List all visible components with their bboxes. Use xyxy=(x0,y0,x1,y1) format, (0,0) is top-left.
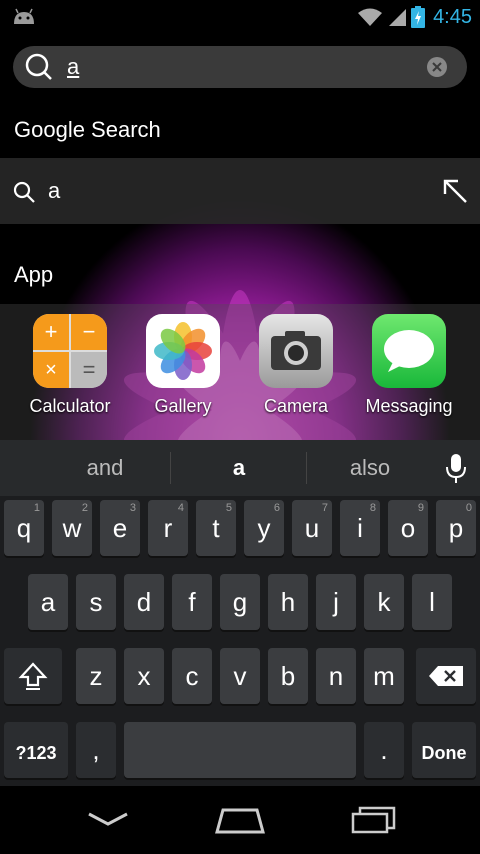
back-icon[interactable] xyxy=(86,806,130,832)
key-x[interactable]: x xyxy=(124,648,164,704)
shift-icon xyxy=(18,662,48,690)
suggestion-right[interactable]: also xyxy=(308,440,432,496)
app-label: Camera xyxy=(263,396,329,416)
key-o[interactable]: 9o xyxy=(388,500,428,556)
search-bar[interactable]: a xyxy=(13,46,467,88)
gallery-icon xyxy=(146,314,220,388)
comma-key[interactable]: , xyxy=(76,722,116,778)
camera-icon xyxy=(259,314,333,388)
signal-icon xyxy=(389,9,407,26)
search-input[interactable]: a xyxy=(67,54,79,80)
google-suggestion-row[interactable]: a xyxy=(0,158,480,224)
search-icon xyxy=(13,181,35,203)
close-icon xyxy=(432,62,442,72)
divider xyxy=(170,452,171,484)
microphone-icon[interactable] xyxy=(446,454,466,484)
soft-keyboard: and a also 1q 2w 3e 4r 5t 6y 7u 8i 9o 0p… xyxy=(0,440,480,786)
home-icon[interactable] xyxy=(214,806,266,834)
key-l[interactable]: l xyxy=(412,574,452,630)
google-search-heading: Google Search xyxy=(14,117,161,142)
app-label: Gallery xyxy=(154,396,212,416)
key-i[interactable]: 8i xyxy=(340,500,380,556)
key-z[interactable]: z xyxy=(76,648,116,704)
key-e[interactable]: 3e xyxy=(100,500,140,556)
app-camera[interactable]: Camera xyxy=(246,314,346,417)
key-d[interactable]: d xyxy=(124,574,164,630)
wifi-icon xyxy=(358,8,383,26)
suggestion-text: a xyxy=(48,178,61,203)
key-m[interactable]: m xyxy=(364,648,404,704)
backspace-key[interactable] xyxy=(416,648,476,704)
key-h[interactable]: h xyxy=(268,574,308,630)
app-label: Calculator xyxy=(29,396,111,416)
space-key[interactable] xyxy=(124,722,356,778)
search-icon xyxy=(25,53,52,80)
shift-key[interactable] xyxy=(4,648,62,704)
divider xyxy=(306,452,307,484)
clock-time: 4:45 xyxy=(433,5,472,28)
key-r[interactable]: 4r xyxy=(148,500,188,556)
key-q[interactable]: 1q xyxy=(4,500,44,556)
suggestion-center[interactable]: a xyxy=(172,440,306,496)
app-label: Messaging xyxy=(365,396,453,416)
battery-icon xyxy=(411,6,426,28)
key-n[interactable]: n xyxy=(316,648,356,704)
clear-button[interactable] xyxy=(427,57,447,77)
arrow-up-left-icon[interactable] xyxy=(442,178,468,204)
key-a[interactable]: a xyxy=(28,574,68,630)
key-s[interactable]: s xyxy=(76,574,116,630)
messaging-icon xyxy=(372,314,446,388)
recent-apps-icon[interactable] xyxy=(350,806,398,834)
backspace-icon xyxy=(429,666,463,686)
navigation-bar xyxy=(0,786,480,854)
app-heading: App xyxy=(14,262,54,287)
key-b[interactable]: b xyxy=(268,648,308,704)
key-g[interactable]: g xyxy=(220,574,260,630)
key-w[interactable]: 2w xyxy=(52,500,92,556)
done-key[interactable]: Done xyxy=(412,722,476,778)
app-calculator[interactable]: + − × = Calculator xyxy=(20,314,120,417)
key-j[interactable]: j xyxy=(316,574,356,630)
app-results: + − × = Calculator Gallery Camera Messag… xyxy=(0,304,480,440)
calculator-icon: + − × = xyxy=(33,314,107,388)
key-t[interactable]: 5t xyxy=(196,500,236,556)
key-k[interactable]: k xyxy=(364,574,404,630)
key-u[interactable]: 7u xyxy=(292,500,332,556)
key-p[interactable]: 0p xyxy=(436,500,476,556)
suggestion-left[interactable]: and xyxy=(40,440,170,496)
suggestion-strip: and a also xyxy=(0,440,480,496)
app-messaging[interactable]: Messaging xyxy=(359,314,459,417)
key-f[interactable]: f xyxy=(172,574,212,630)
app-gallery[interactable]: Gallery xyxy=(133,314,233,417)
status-bar: 4:45 xyxy=(0,0,480,34)
symbols-key[interactable]: ?123 xyxy=(4,722,68,778)
android-icon xyxy=(14,8,34,24)
key-c[interactable]: c xyxy=(172,648,212,704)
key-v[interactable]: v xyxy=(220,648,260,704)
period-key[interactable]: . xyxy=(364,722,404,778)
key-y[interactable]: 6y xyxy=(244,500,284,556)
